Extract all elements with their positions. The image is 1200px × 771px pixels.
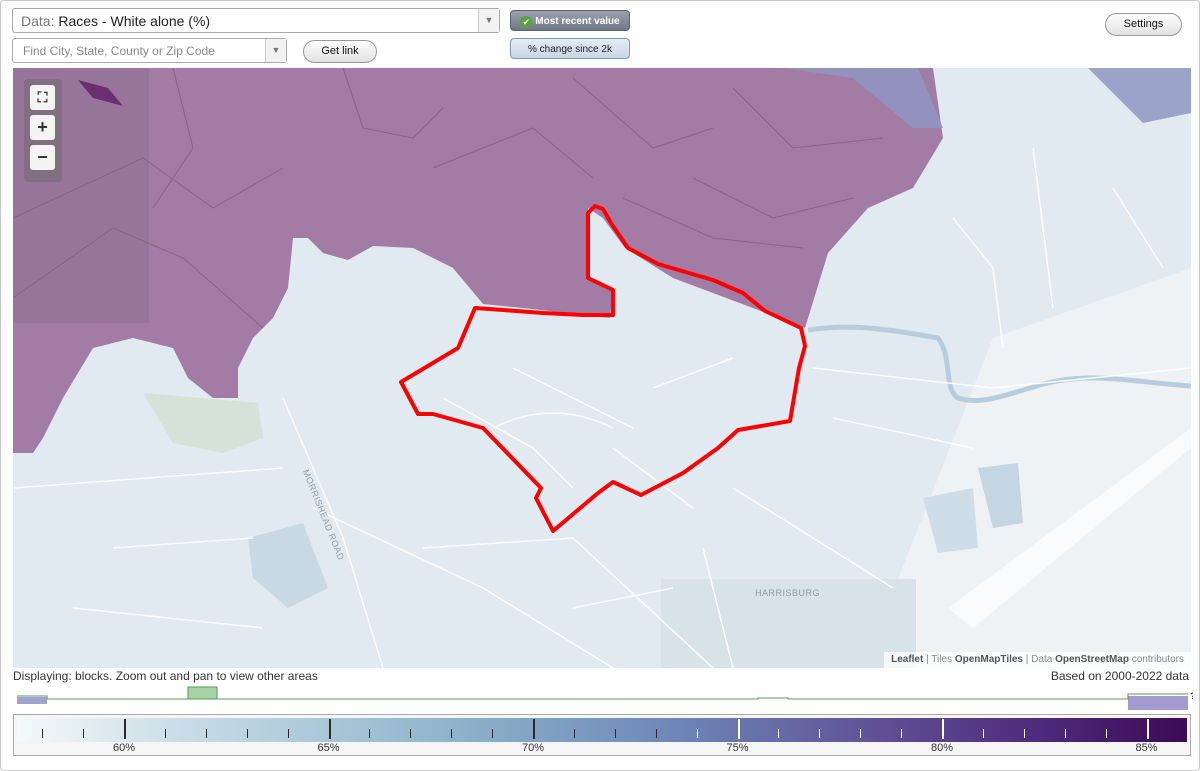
legend-major-tick <box>328 719 331 739</box>
chevron-down-icon[interactable]: ▼ <box>265 39 286 62</box>
legend-label: 85% <box>1135 742 1158 754</box>
legend-minor-tick <box>369 729 371 738</box>
location-search[interactable]: ▼ <box>12 38 287 63</box>
app-frame: Data: Races - White alone (%) ▼ ▼ Get li… <box>0 0 1200 771</box>
legend-minor-tick <box>410 729 412 738</box>
legend-gradient <box>17 718 1187 742</box>
histogram-bar <box>17 697 47 704</box>
data-select[interactable]: Data: Races - White alone (%) ▼ <box>12 8 500 33</box>
legend-label: 70% <box>521 742 545 754</box>
legend-minor-tick <box>778 729 780 738</box>
legend-minor-tick <box>1023 729 1025 738</box>
legend-minor-tick <box>492 729 494 738</box>
legend-label: 75% <box>726 742 749 754</box>
legend-minor-tick <box>205 729 207 738</box>
zoom-out-button[interactable]: − <box>30 145 55 170</box>
legend-minor-tick <box>164 729 166 738</box>
fullscreen-icon[interactable]: ⛶ <box>30 85 55 110</box>
mid-value-region <box>1088 68 1191 123</box>
legend-label: 80% <box>930 742 954 754</box>
legend-minor-tick <box>655 729 657 738</box>
legend-minor-tick <box>83 729 85 738</box>
legend-major-tick <box>1146 719 1149 739</box>
legend-minor-tick <box>287 729 289 738</box>
check-icon: ✔ <box>520 16 533 28</box>
legend-major-tick <box>737 719 740 739</box>
map-view[interactable]: MORRISHEAD ROAD HARRISBURG ⛶ + − Leaflet… <box>13 68 1191 668</box>
map-canvas <box>13 68 1191 668</box>
legend-minor-tick <box>1064 729 1066 738</box>
display-status: Displaying: blocks. Zoom out and pan to … <box>13 669 318 683</box>
most-recent-value-toggle[interactable]: ✔ Most recent value <box>510 10 630 31</box>
legend-major-tick <box>124 719 126 739</box>
legend-minor-tick <box>819 729 821 738</box>
legend-minor-tick <box>1105 729 1107 738</box>
legend-minor-tick <box>614 729 616 738</box>
map-park <box>143 393 263 453</box>
legend-label: 65% <box>317 742 340 754</box>
zoom-in-button[interactable]: + <box>30 115 55 140</box>
legend-minor-tick <box>451 729 453 738</box>
data-prefix: Data: <box>21 13 55 29</box>
search-input[interactable] <box>21 43 265 59</box>
percent-change-toggle[interactable]: % change since 2k <box>510 38 630 59</box>
map-attribution: Leaflet | Tiles OpenMapTiles | Data Open… <box>884 652 1191 668</box>
get-link-button[interactable]: Get link <box>303 40 377 63</box>
histogram-help-icon[interactable]: ? <box>1190 691 1193 701</box>
legend-minor-tick <box>901 729 903 738</box>
legend-minor-tick <box>860 729 862 738</box>
value-histogram[interactable]: ? <box>13 684 1193 714</box>
settings-button[interactable]: Settings <box>1105 13 1182 36</box>
legend-minor-tick <box>246 729 248 738</box>
data-value: Races - White alone (%) <box>58 13 211 29</box>
histogram-bar <box>1128 696 1188 710</box>
color-legend: 60% 65% 70% 75% 80% 85% <box>13 714 1191 756</box>
legend-label: 60% <box>112 742 136 754</box>
map-pond <box>248 523 328 608</box>
legend-minor-tick <box>696 729 698 738</box>
data-range-note: Based on 2000-2022 data <box>1050 669 1189 683</box>
histogram-bar <box>187 686 218 700</box>
place-label: HARRISBURG <box>755 588 821 598</box>
zoom-control: ⛶ + − <box>24 79 62 182</box>
legend-minor-tick <box>573 729 575 738</box>
leaflet-link[interactable]: Leaflet <box>891 654 923 665</box>
legend-minor-tick <box>982 729 984 738</box>
legend-major-tick <box>533 719 535 739</box>
chevron-down-icon[interactable]: ▼ <box>478 9 499 32</box>
legend-major-tick <box>942 719 944 739</box>
openstreetmap-link[interactable]: OpenStreetMap <box>1055 654 1129 665</box>
legend-minor-tick <box>42 729 44 738</box>
openmaptiles-link[interactable]: OpenMapTiles <box>955 654 1023 665</box>
